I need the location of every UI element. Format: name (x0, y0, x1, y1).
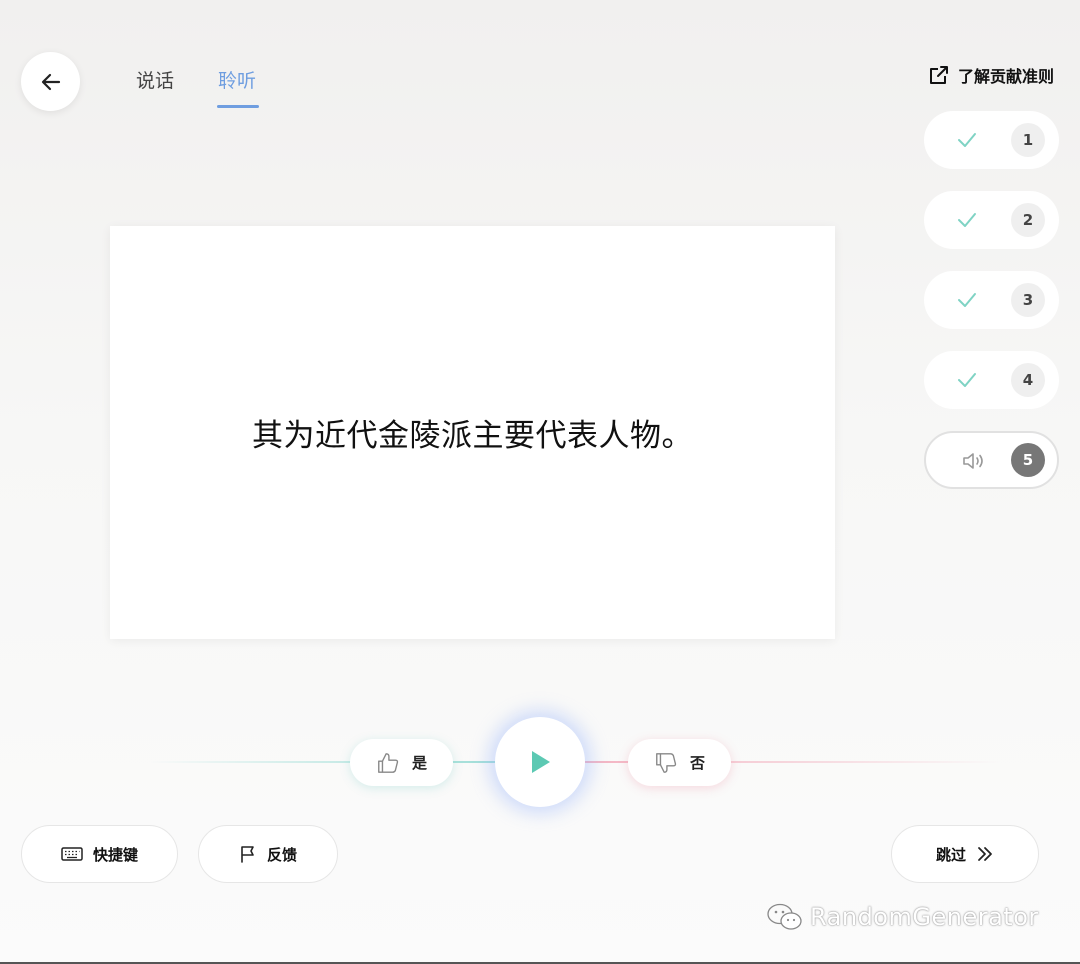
progress-item-5[interactable]: 5 (924, 431, 1059, 489)
speaker-icon (963, 453, 983, 469)
flag-icon (241, 846, 254, 863)
feedback-button[interactable]: 反馈 (198, 825, 338, 883)
yes-button[interactable]: 是 (350, 739, 453, 786)
no-label: 否 (689, 754, 705, 772)
active-tab-indicator (217, 105, 259, 108)
tab-speak[interactable]: 说话 (136, 66, 174, 93)
keyboard-icon (61, 847, 83, 861)
thumbs-up-icon (378, 752, 399, 773)
watermark: RandomGenerator (766, 902, 1039, 932)
progress-item-1[interactable]: 1 (924, 111, 1059, 169)
watermark-text: RandomGenerator (810, 903, 1039, 931)
tab-listen[interactable]: 聆听 (218, 66, 256, 93)
yes-label: 是 (411, 754, 427, 772)
feedback-label: 反馈 (266, 845, 297, 864)
check-icon (958, 293, 976, 307)
progress-item-2[interactable]: 2 (924, 191, 1059, 249)
play-button[interactable] (495, 717, 585, 807)
progress-item-3[interactable]: 3 (924, 271, 1059, 329)
sentence-card: 其为近代金陵派主要代表人物。 (110, 226, 835, 639)
progress-number: 3 (1011, 283, 1045, 317)
skip-label: 跳过 (935, 845, 966, 864)
thumbs-down-icon (656, 752, 677, 773)
sentence-text: 其为近代金陵派主要代表人物。 (252, 418, 693, 454)
progress-number: 2 (1011, 203, 1045, 237)
arrow-left-icon (41, 73, 60, 90)
guidelines-label: 了解贡献准则 (958, 67, 1055, 86)
skip-button[interactable]: 跳过 (891, 825, 1039, 883)
progress-number: 1 (1011, 123, 1045, 157)
back-button[interactable] (21, 52, 80, 111)
shortcuts-label: 快捷键 (92, 845, 138, 864)
guidelines-link[interactable]: 了解贡献准则 (928, 63, 1054, 87)
double-chevron-right-icon (978, 847, 992, 861)
check-icon (958, 213, 976, 227)
no-button[interactable]: 否 (628, 739, 731, 786)
shortcuts-button[interactable]: 快捷键 (21, 825, 178, 883)
progress-number: 4 (1011, 363, 1045, 397)
wechat-icon (767, 903, 802, 930)
play-icon (532, 751, 550, 773)
progress-number-current: 5 (1011, 443, 1045, 477)
check-icon (958, 373, 976, 387)
progress-item-4[interactable]: 4 (924, 351, 1059, 409)
external-link-icon (930, 66, 948, 84)
check-icon (958, 133, 976, 147)
